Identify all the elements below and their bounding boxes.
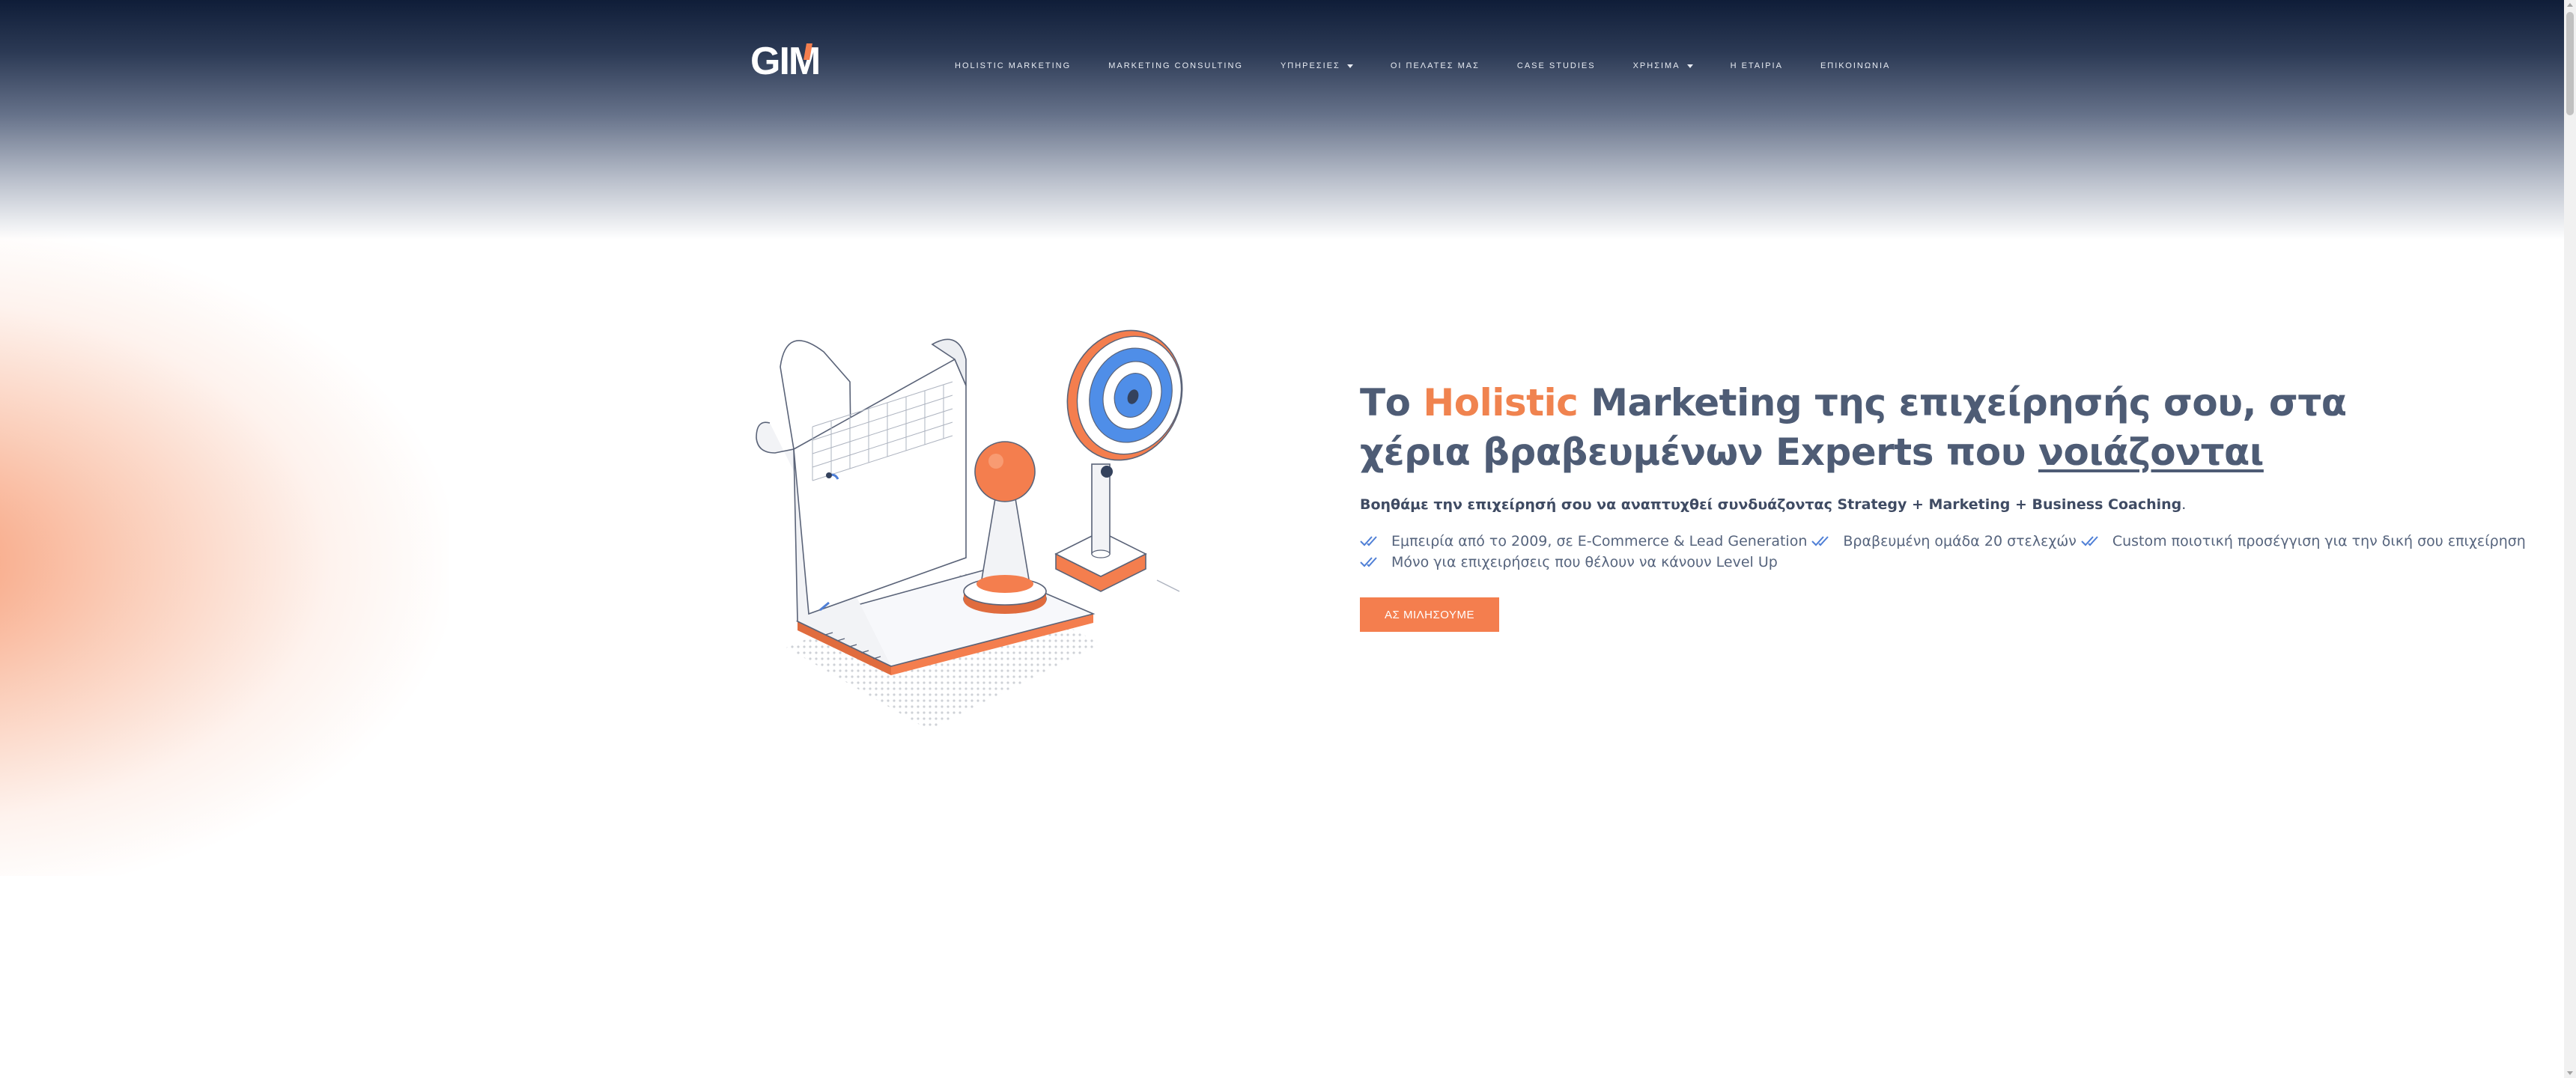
nav-item-clients[interactable]: ΟΙ ΠΕΛΑΤΕΣ ΜΑΣ <box>1391 61 1480 70</box>
nav-item-case-studies[interactable]: CASE STUDIES <box>1517 61 1596 70</box>
chevron-down-icon <box>1346 64 1353 68</box>
list-item: Εμπειρία από το 2009, σε E-Commerce & Le… <box>1360 533 1807 549</box>
double-check-icon <box>2081 536 2098 546</box>
chevron-down-icon <box>1686 64 1693 68</box>
nav-item-useful[interactable]: ΧΡΗΣΙΜΑ <box>1633 61 1693 70</box>
page: GI M HOLISTIC MARKETING MARKETING CONSULT… <box>0 0 2576 1078</box>
double-check-icon <box>1360 557 1377 567</box>
list-item: Μόνο για επιχειρήσεις που θέλουν να κάνο… <box>1360 554 1778 570</box>
strategy-board-target-illustration <box>756 329 1183 730</box>
pawn-head <box>974 441 1036 502</box>
scroll-up-arrow-icon[interactable] <box>2567 3 2573 7</box>
nav-item-holistic-marketing[interactable]: HOLISTIC MARKETING <box>955 61 1071 70</box>
nav-item-company[interactable]: Η ΕΤΑΙΡΙΑ <box>1731 61 1783 70</box>
list-item: Βραβευμένη ομάδα 20 στελεχών <box>1811 533 2077 549</box>
scrollbar-thumb[interactable] <box>2566 12 2574 115</box>
scroll-down-arrow-icon[interactable] <box>2567 1071 2573 1075</box>
double-check-icon <box>1360 536 1377 546</box>
hero-subtitle: Βοηθάμε την επιχείρησή σου να αναπτυχθεί… <box>1360 496 2187 513</box>
decorative-glow <box>0 225 449 898</box>
bullet-row: Εμπειρία από το 2009, σε E-Commerce & Le… <box>1360 531 2526 552</box>
hero-title-highlight: Holistic <box>1423 381 1579 424</box>
target-pole <box>1091 463 1111 555</box>
paper-board <box>793 358 967 615</box>
pawn-body <box>980 493 1030 585</box>
content-spacer <box>0 876 2564 1078</box>
header-background <box>0 0 2564 240</box>
logo-text-main: GI <box>750 40 790 83</box>
nav-item-services[interactable]: ΥΠΗΡΕΣΙΕΣ <box>1281 61 1353 70</box>
page-scrollbar[interactable] <box>2564 0 2576 1078</box>
logo-text-accent: M <box>788 40 821 83</box>
site-logo[interactable]: GI M <box>750 39 821 84</box>
hero-title-underlined: νοιάζονται <box>2038 430 2264 474</box>
contact-cta-button[interactable]: ΑΣ ΜΙΛΗΣΟΥΜΕ <box>1360 597 1499 632</box>
hero-title: Το Holistic Marketing της επιχείρησής σο… <box>1360 381 2347 474</box>
nav-item-contact[interactable]: ΕΠΙΚΟΙΝΩΝΙΑ <box>1820 61 1890 70</box>
feature-bullets: Εμπειρία από το 2009, σε E-Commerce & Le… <box>1360 531 2526 573</box>
double-check-icon <box>1811 536 1829 546</box>
bullet-row: Μόνο για επιχειρήσεις που θέλουν να κάνο… <box>1360 552 2453 573</box>
main-navigation: HOLISTIC MARKETING MARKETING CONSULTING … <box>955 60 1928 72</box>
nav-item-marketing-consulting[interactable]: MARKETING CONSULTING <box>1108 61 1243 70</box>
list-item: Custom ποιοτική προσέγγιση για την δική … <box>2081 533 2526 549</box>
